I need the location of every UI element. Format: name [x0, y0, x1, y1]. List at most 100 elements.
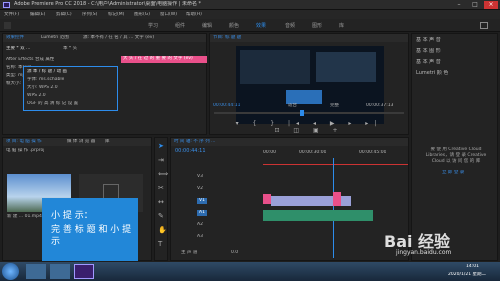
- menu-window[interactable]: 窗口(W): [160, 12, 177, 18]
- transport-controls[interactable]: ▾ { } |◂ ◂ ▶ ▸ ▸| ⊡ ◫ ▣ +: [234, 120, 384, 134]
- taskbar-premiere-icon[interactable]: [74, 264, 94, 279]
- home-icon[interactable]: [4, 22, 11, 29]
- title-bar: Adobe Premiere Pro CC 2018 - C:\用户\Admin…: [0, 0, 500, 10]
- ripple-edit-tool-icon[interactable]: ⟺: [158, 170, 168, 178]
- info-line-2: 字体: ms.schable: [27, 77, 65, 82]
- audio-clip-a1[interactable]: [263, 210, 373, 221]
- maximize-button[interactable]: □: [468, 1, 482, 9]
- menu-bar: 文件(F) 编辑(E) 剪辑(C) 序列(S) 标记(M) 图形(G) 窗口(W…: [0, 10, 500, 19]
- type-tool-icon[interactable]: T: [158, 240, 162, 248]
- workspace-tab-libraries[interactable]: 库: [339, 22, 344, 29]
- close-button[interactable]: ×: [484, 1, 498, 9]
- info-line-3: 大小: WPS 2.0: [27, 85, 58, 90]
- taskbar-explorer-icon[interactable]: [26, 264, 46, 279]
- ruler-label-1: 00:00: [263, 150, 276, 155]
- tab-project[interactable]: 项 目: 电 脑 操 作: [6, 139, 42, 145]
- workspace-bar: 学习 组件 编辑 颜色 效果 音频 图形 库: [0, 19, 500, 32]
- track-v2[interactable]: V2: [197, 186, 203, 192]
- menu-edit[interactable]: 编辑(E): [30, 12, 45, 18]
- slip-tool-icon[interactable]: ↔: [158, 198, 164, 206]
- tab-source[interactable]: 源: 本不有 / 在 名 / 其 ... 文字 (ev): [83, 35, 154, 41]
- cc-sign-in-link[interactable]: 立 即 登 录: [442, 170, 464, 176]
- clip-info-box: 源 本 / 标 题 / 动 画 字体: ms.schable 大小: WPS 2…: [23, 66, 118, 111]
- program-timecode[interactable]: 00:00:44:11: [213, 103, 240, 109]
- tab-libraries[interactable]: 库: [105, 139, 110, 145]
- timeline-playhead[interactable]: [333, 158, 334, 258]
- taskbar: 14:01 2020/1/21 星期二: [0, 262, 500, 281]
- ruler-label-3: 00:00:45:00: [359, 150, 387, 155]
- ruler-label-2: 00:00:30:00: [299, 150, 327, 155]
- track-v1[interactable]: V1: [197, 198, 207, 204]
- master-clip-label: 主要 * 双 ...: [6, 46, 31, 51]
- project-file-name: 电 脑 操 作 .prproj: [6, 148, 45, 153]
- hand-tool-icon[interactable]: ✋: [158, 226, 167, 234]
- timeline-timecode[interactable]: 00:00:44:11: [175, 148, 206, 155]
- program-monitor: 节目: 标 题 题 00:00:44:11 适合 完整 00:00:37:13 …: [209, 33, 409, 135]
- tip-box: 小 提 示： 完 善 标 题 和 小 提 示: [42, 198, 138, 261]
- menu-graphics[interactable]: 图形(G): [134, 12, 150, 18]
- window-title: Adobe Premiere Pro CC 2018 - C:\用户\Admin…: [14, 1, 202, 7]
- clock-date: 2020/1/21 星期二: [448, 272, 487, 277]
- workspace-tab-effects[interactable]: 效果: [256, 22, 266, 29]
- title-clip-1[interactable]: [263, 194, 271, 204]
- tip-body: 完 善 标 题 和 小 提 示: [51, 225, 132, 247]
- panel-item-essential-sound[interactable]: 基 本 声 音: [416, 37, 441, 44]
- selection-tool-icon[interactable]: ➤: [158, 142, 164, 150]
- playhead-bar[interactable]: [214, 110, 404, 116]
- tab-program[interactable]: 节目: 标 题 题: [213, 35, 241, 41]
- razor-tool-icon[interactable]: ✂: [158, 184, 164, 192]
- clip-bar-label: 大 头 / 在 过 的 重 要 的 文字 (ev): [123, 56, 193, 61]
- pen-tool-icon[interactable]: ✎: [158, 212, 164, 220]
- quality-dropdown[interactable]: 完整: [330, 103, 339, 109]
- minimize-button[interactable]: –: [452, 1, 466, 9]
- cc-libraries-message: 要 使 用 Creative Cloud Libraries，请 登 录 Cre…: [425, 147, 487, 164]
- premiere-logo-icon: [3, 2, 10, 8]
- search-icon[interactable]: [480, 22, 488, 29]
- tab-effect-controls[interactable]: 效果控件: [6, 35, 24, 41]
- playhead[interactable]: [300, 110, 304, 116]
- preview-window: [240, 50, 310, 84]
- workspace-tab-assembly[interactable]: 组件: [175, 22, 185, 29]
- workspace-tab-learn[interactable]: 学习: [148, 22, 158, 29]
- workspace-tab-graphics[interactable]: 图形: [312, 22, 322, 29]
- panel-item-essential-graphics[interactable]: 基 本 图 形: [416, 48, 441, 55]
- duration-timecode: 00:00:37:13: [366, 103, 394, 108]
- tab-lumetri-scopes[interactable]: Lumetri 范围: [41, 35, 69, 41]
- track-a2[interactable]: A2: [197, 222, 203, 228]
- effect-controls-panel: 效果控件 Lumetri 范围 源: 本不有 / 在 名 / 其 ... 文字 …: [2, 33, 207, 135]
- property-line-1: After Effects 合成 属性: [6, 57, 55, 62]
- menu-sequence[interactable]: 序列(S): [82, 12, 97, 18]
- clip-name-1: 新 建 ... 01.mp4: [7, 214, 42, 219]
- sequence-clip-label: 本 * 头: [63, 46, 78, 51]
- tip-title: 小 提 示：: [51, 211, 93, 221]
- right-side-panel: 基 本 声 音 基 本 图 形 基 本 声 音 Lumetri 颜 色 要 使 …: [411, 33, 498, 261]
- tab-timeline[interactable]: 时 间 轴: 不 序 列 ...: [174, 139, 215, 145]
- baidu-url: jingyan.baidu.com: [396, 249, 452, 256]
- workspace-tab-audio[interactable]: 音频: [285, 22, 295, 29]
- tools-panel: ➤ ⇥ ⟺ ✂ ↔ ✎ ✋ T: [154, 137, 168, 261]
- master-volume-value[interactable]: 0.0: [231, 250, 238, 256]
- tab-media-browser[interactable]: 媒 体 浏 览 器: [67, 139, 95, 145]
- track-select-tool-icon[interactable]: ⇥: [158, 156, 164, 164]
- panel-item-lumetri-color[interactable]: Lumetri 颜 色: [416, 70, 448, 77]
- taskbar-media-icon[interactable]: [50, 264, 70, 279]
- track-v3[interactable]: V3: [197, 174, 203, 180]
- master-track-label: 主 声 道: [181, 250, 198, 255]
- workspace-tab-editing[interactable]: 编辑: [202, 22, 212, 29]
- menu-clip[interactable]: 剪辑(C): [56, 12, 72, 18]
- panel-item-essential-sound-2[interactable]: 基 本 声 音: [416, 59, 441, 66]
- track-a3[interactable]: A3: [197, 234, 203, 240]
- work-area-bar[interactable]: [263, 164, 408, 165]
- fit-dropdown[interactable]: 适合: [288, 103, 297, 109]
- clock-time: 14:01: [466, 264, 479, 269]
- track-a1[interactable]: A1: [197, 210, 207, 216]
- timeline-panel: 时 间 轴: 不 序 列 ... 00:00:44:11 00:00 00:00…: [170, 137, 409, 261]
- menu-file[interactable]: 文件(F): [4, 12, 19, 18]
- workspace-tab-color[interactable]: 颜色: [229, 22, 239, 29]
- menu-marker[interactable]: 标记(M): [108, 12, 124, 18]
- menu-help[interactable]: 帮助(H): [186, 12, 202, 18]
- start-button[interactable]: [2, 263, 19, 280]
- info-line-1: 源 本 / 标 题 / 动 画: [27, 69, 68, 74]
- clip-bar: 大 头 / 在 过 的 重 要 的 文字 (ev): [121, 56, 207, 63]
- title-clip-2[interactable]: [333, 192, 341, 206]
